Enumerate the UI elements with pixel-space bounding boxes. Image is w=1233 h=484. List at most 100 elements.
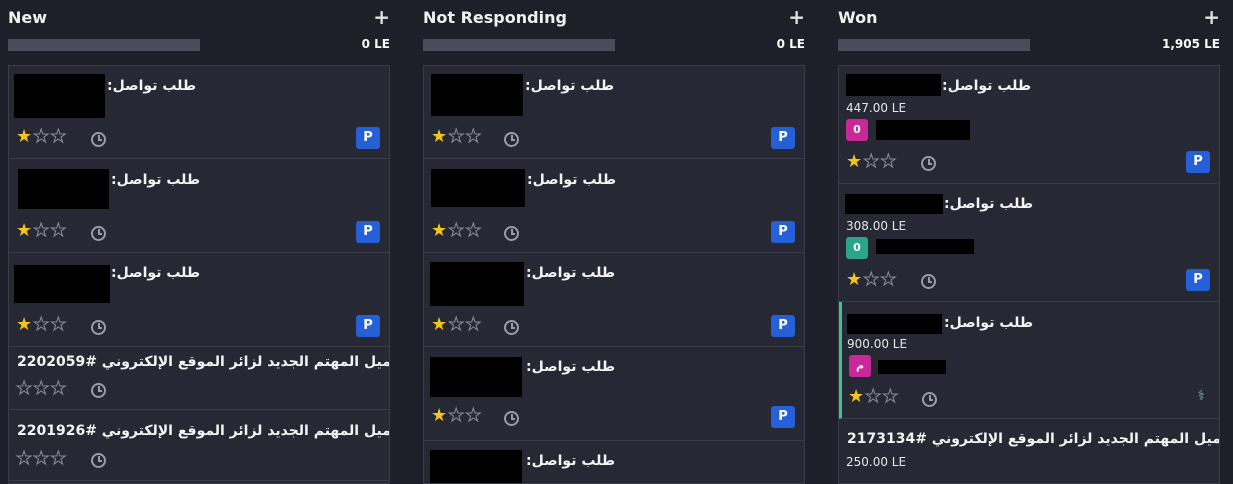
- card-title: طلب تواصل:: [944, 315, 1034, 331]
- owner-badge: م: [849, 355, 871, 377]
- column-title: New: [8, 8, 48, 27]
- card-title: طلب تواصل:: [525, 78, 615, 94]
- lead-card[interactable]: طلب تواصل: ★★★ P: [424, 253, 804, 347]
- progress-bar: [8, 39, 200, 51]
- column-not-responding: Not Responding + 0 LE طلب تواصل: ★★★ P ط…: [423, 0, 805, 484]
- redacted-name: [876, 120, 970, 140]
- priority-stars[interactable]: ★★★: [431, 406, 482, 425]
- lead-card[interactable]: العميل المهتم الجديد لزائر الموقع الإلكت…: [839, 419, 1220, 483]
- lead-card[interactable]: طلب تواصل: ★★★ P: [9, 159, 389, 253]
- lead-card[interactable]: طلب تواصل: ★★★ P: [424, 159, 804, 253]
- column-title: Not Responding: [423, 8, 567, 27]
- clock-icon[interactable]: [504, 411, 519, 426]
- p-badge: P: [356, 127, 380, 149]
- redacted-name: [847, 314, 942, 334]
- lead-card[interactable]: طلب تواصل: ★★★ P: [9, 66, 389, 159]
- card-list: طلب تواصل: ★★★ P طلب تواصل: ★★★ P طلب تو…: [8, 65, 390, 484]
- lead-card[interactable]: طلب تواصل: ★★★ P: [9, 253, 389, 347]
- redacted-name: [18, 169, 109, 209]
- progress-bar: [423, 39, 615, 51]
- clock-icon[interactable]: [91, 383, 106, 398]
- lead-card[interactable]: طلب تواصل: 900.00 LE م ★★★ ⚕: [839, 302, 1219, 419]
- lead-card[interactable]: طلب تواصل: ★★★ P: [424, 347, 804, 441]
- p-badge: P: [1186, 151, 1210, 173]
- p-badge: P: [771, 221, 795, 243]
- lead-card[interactable]: طلب تواصل: ★★★ P: [424, 66, 804, 159]
- progress-bar: [838, 39, 1030, 51]
- lead-card[interactable]: طلب تواصل: 308.00 LE 0 ★★★ P: [839, 184, 1219, 302]
- card-amount: 447.00 LE: [846, 101, 907, 115]
- priority-stars[interactable]: ★★★: [15, 379, 67, 398]
- redacted-name: [845, 194, 943, 214]
- priority-stars[interactable]: ★★★: [846, 270, 897, 289]
- priority-stars[interactable]: ★★★: [16, 127, 67, 146]
- card-amount: 250.00 LE: [846, 455, 907, 469]
- card-title: طلب تواصل:: [526, 453, 616, 469]
- redacted-name: [14, 265, 110, 303]
- priority-stars[interactable]: ★★★: [16, 315, 67, 334]
- redacted-name: [430, 262, 524, 306]
- priority-stars[interactable]: ★★★: [15, 449, 67, 468]
- priority-stars[interactable]: ★★★: [431, 315, 482, 334]
- priority-stars[interactable]: ★★★: [431, 127, 482, 146]
- column-total: 0 LE: [361, 37, 390, 51]
- clock-icon[interactable]: [504, 132, 519, 147]
- p-badge: P: [356, 221, 380, 243]
- clock-icon[interactable]: [921, 156, 936, 171]
- p-badge: P: [356, 315, 380, 337]
- column-total: 0 LE: [776, 37, 805, 51]
- card-title: العميل المهتم الجديد لزائر الموقع الإلكت…: [17, 423, 390, 439]
- p-badge: P: [771, 406, 795, 428]
- redacted-name: [430, 357, 522, 397]
- card-amount: 900.00 LE: [847, 337, 908, 351]
- priority-stars[interactable]: ★★★: [846, 152, 897, 171]
- clock-icon[interactable]: [504, 320, 519, 335]
- card-title: طلب تواصل:: [111, 172, 201, 188]
- clock-icon[interactable]: [504, 226, 519, 241]
- activity-icon[interactable]: ⚕: [1197, 388, 1205, 404]
- clock-icon[interactable]: [921, 274, 936, 289]
- clock-icon[interactable]: [91, 453, 106, 468]
- redacted-name: [878, 360, 946, 374]
- column-header: Not Responding +: [423, 5, 805, 30]
- priority-stars[interactable]: ★★★: [16, 221, 67, 240]
- card-title: طلب تواصل:: [111, 265, 201, 281]
- plus-icon[interactable]: +: [373, 5, 390, 29]
- card-title: طلب تواصل:: [107, 78, 197, 94]
- clock-icon[interactable]: [922, 392, 937, 407]
- redacted-name: [846, 74, 941, 96]
- redacted-name: [14, 74, 105, 118]
- card-amount: 308.00 LE: [846, 219, 907, 233]
- p-badge: P: [771, 315, 795, 337]
- redacted-name: [431, 74, 523, 116]
- p-badge: P: [1186, 269, 1210, 291]
- plus-icon[interactable]: +: [1203, 5, 1220, 29]
- owner-badge: 0: [846, 237, 868, 259]
- plus-icon[interactable]: +: [788, 5, 805, 29]
- card-title: طلب تواصل:: [526, 265, 616, 281]
- lead-card[interactable]: طلب تواصل:: [424, 441, 804, 483]
- column-header: New +: [8, 5, 390, 30]
- redacted-name: [876, 239, 974, 254]
- card-list: طلب تواصل: ★★★ P طلب تواصل: ★★★ P طلب تو…: [423, 65, 805, 484]
- card-title: طلب تواصل:: [526, 359, 616, 375]
- card-title: طلب تواصل:: [527, 172, 617, 188]
- card-title: طلب تواصل:: [942, 78, 1032, 94]
- card-list: طلب تواصل: 447.00 LE 0 ★★★ P طلب تواصل: …: [838, 65, 1220, 484]
- column-total: 1,905 LE: [1162, 37, 1220, 51]
- clock-icon[interactable]: [91, 132, 106, 147]
- clock-icon[interactable]: [91, 226, 106, 241]
- lead-card[interactable]: العميل المهتم الجديد لزائر الموقع الإلكت…: [9, 410, 389, 481]
- redacted-name: [431, 169, 525, 207]
- clock-icon[interactable]: [91, 320, 106, 335]
- lead-card[interactable]: العميل المهتم الجديد لزائر الموقع الإلكت…: [9, 347, 389, 410]
- lead-card[interactable]: طلب تواصل: 447.00 LE 0 ★★★ P: [839, 66, 1219, 184]
- column-new: New + 0 LE طلب تواصل: ★★★ P طلب تواصل: ★…: [8, 0, 390, 484]
- priority-stars[interactable]: ★★★: [848, 387, 899, 406]
- column-title: Won: [838, 8, 878, 27]
- priority-stars[interactable]: ★★★: [431, 221, 482, 240]
- column-won: Won + 1,905 LE طلب تواصل: 447.00 LE 0 ★★…: [838, 0, 1220, 484]
- card-title: العميل المهتم الجديد لزائر الموقع الإلكت…: [847, 431, 1220, 447]
- column-header: Won +: [838, 5, 1220, 30]
- card-title: طلب تواصل:: [944, 196, 1034, 212]
